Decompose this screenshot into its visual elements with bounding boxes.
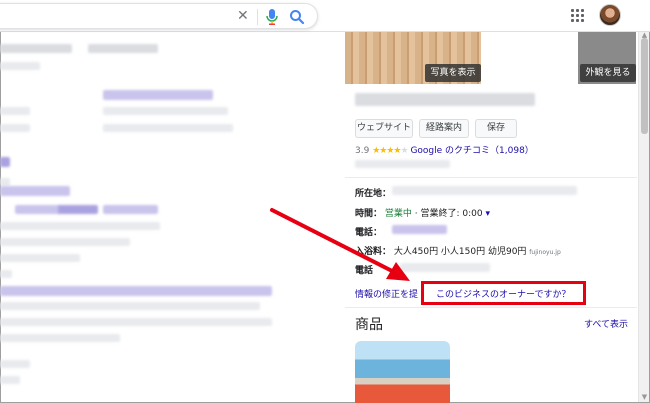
fee-label: 入浴料： [355,247,392,257]
panel-divider-2 [345,307,637,308]
scroll-down-icon[interactable]: ▼ [640,394,649,401]
rating-stars-icon: ★★★★★ [372,146,408,156]
product-thumbnail[interactable] [355,341,450,403]
panel-divider [345,177,637,178]
apps-grid-icon[interactable] [571,9,584,22]
microphone-icon[interactable] [265,8,279,26]
top-bar: ✕ [0,0,650,32]
phone-value-blurred [392,225,447,234]
directions-button[interactable]: 経路案内 [419,119,469,138]
products-title: 商品 [355,317,383,333]
reviews-link[interactable]: Google のクチコミ（1,098） [410,146,533,156]
hours-close: · 営業終了: 0:00 [414,209,483,219]
address-value-blurred [392,186,577,195]
chevron-down-icon[interactable]: ▾ [485,209,490,219]
phone-row: 電話： [355,225,382,238]
avatar[interactable] [599,4,621,26]
rating-score: 3.9 [355,146,370,156]
search-box[interactable]: ✕ [0,3,318,29]
website-button[interactable]: ウェブサイト [355,119,413,138]
rating-line: 3.9 ★★★★★ Google のクチコミ（1,098） [355,143,534,156]
fee-source[interactable]: fujinoyu.jp [529,249,560,256]
search-input[interactable] [9,8,209,24]
suggest-edit-link[interactable]: 情報の修正を提 [355,287,418,300]
address-row: 所在地： [355,186,391,199]
clear-icon[interactable]: ✕ [237,7,249,25]
hours-label: 時間： [355,209,383,219]
view-photos-button[interactable]: 写真を表示 [425,64,481,82]
scrollbar-thumb[interactable] [641,38,648,134]
phone2-row: 電話 [355,263,373,276]
hours-status: 営業中 [384,209,412,219]
phone-label: 電話： [355,228,383,238]
phone2-label: 電話 [355,266,374,276]
scrollbar[interactable]: ▲ ▼ [638,32,649,402]
search-divider [257,9,258,25]
address-label: 所在地： [355,189,392,199]
phone2-value-blurred [400,263,490,272]
save-button[interactable]: 保存 [475,119,517,138]
owner-question-link[interactable]: このビジネスのオーナーですか？ [436,287,570,300]
hours-row[interactable]: 時間： 営業中 · 営業終了: 0:00 ▾ [355,206,490,219]
browser-frame [0,0,650,403]
search-icon[interactable] [289,9,305,25]
fee-value: 大人450円 小人150円 幼児90円 [393,247,527,257]
see-all-link[interactable]: すべて表示 [584,317,628,330]
view-exterior-button[interactable]: 外観を見る [580,64,636,82]
fee-row: 入浴料： 大人450円 小人150円 幼児90円 fujinoyu.jp [355,244,561,257]
